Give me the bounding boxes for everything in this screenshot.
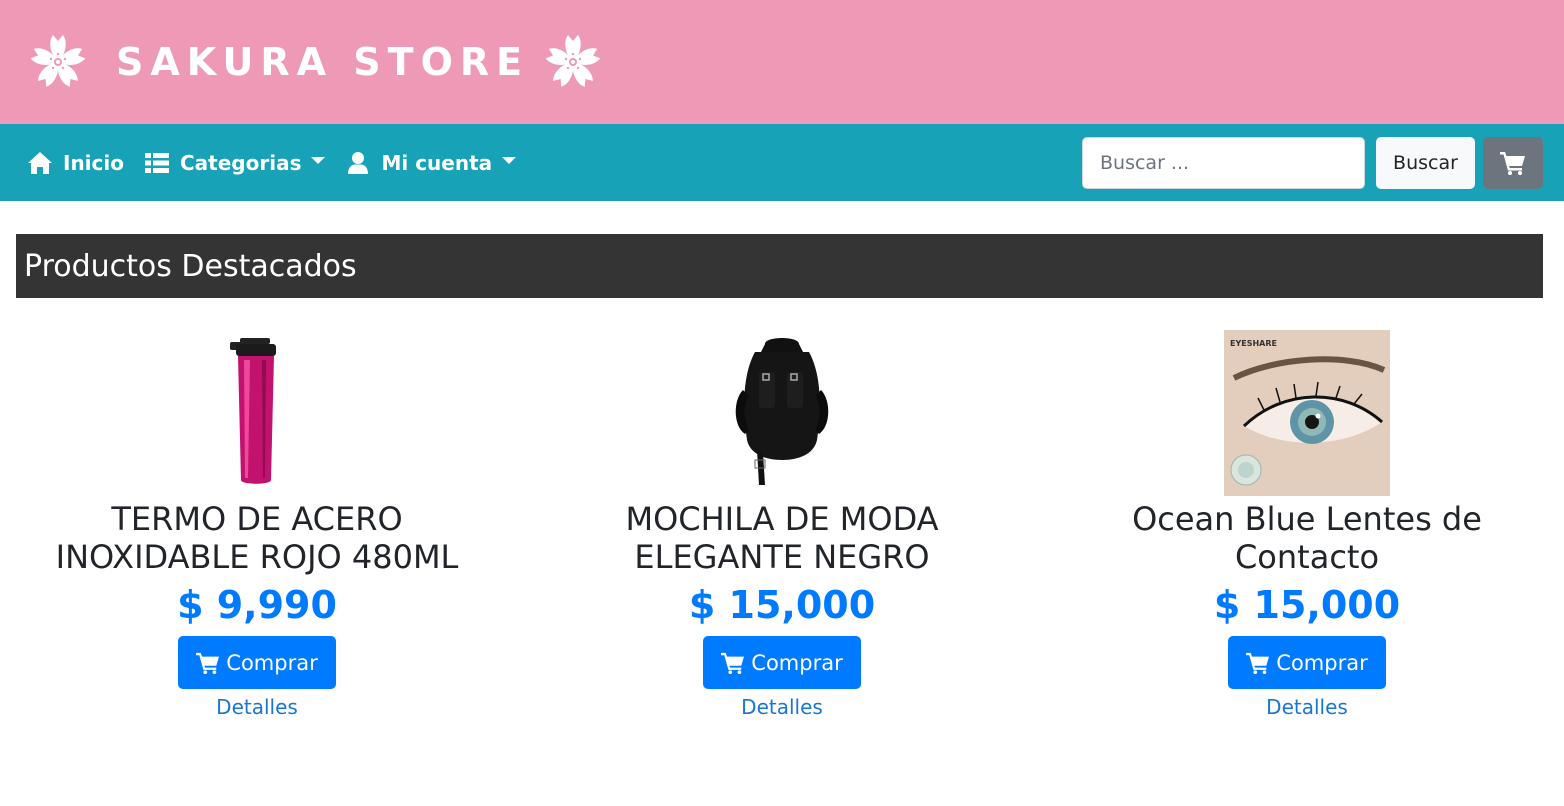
search-form: Buscar — [1082, 136, 1543, 189]
site-banner: SAKURA STORE — [0, 0, 1564, 124]
nav-categories-label: Categorias — [180, 150, 302, 175]
buy-button[interactable]: Comprar — [1228, 636, 1386, 689]
details-link[interactable]: Detalles — [1266, 695, 1348, 719]
sakura-flower-icon — [543, 32, 603, 92]
product-price: $ 9,990 — [177, 583, 337, 627]
buy-button[interactable]: Comprar — [178, 636, 336, 689]
product-price: $ 15,000 — [688, 583, 876, 627]
shopping-cart-icon — [196, 652, 220, 674]
product-card: MOCHILA DE MODA ELEGANTE NEGRO $ 15,000 … — [527, 330, 1037, 719]
section-title: Productos Destacados — [16, 234, 1543, 298]
buy-button-label: Comprar — [226, 650, 318, 675]
product-image-lenses[interactable]: EYESHARE — [1224, 330, 1390, 496]
buy-button-label: Comprar — [751, 650, 843, 675]
nav-categories-dropdown[interactable]: Categorias — [144, 150, 326, 175]
main-navbar: Inicio Categorias Mi cuenta Buscar — [0, 124, 1564, 201]
product-card: TERMO DE ACERO INOXIDABLE ROJO 480ML $ 9… — [2, 330, 512, 719]
product-image-backpack[interactable] — [699, 330, 865, 496]
product-grid: TERMO DE ACERO INOXIDABLE ROJO 480ML $ 9… — [0, 330, 1564, 719]
details-link[interactable]: Detalles — [216, 695, 298, 719]
product-card: EYESHARE Ocean Blue Lentes de Contacto $… — [1052, 330, 1562, 719]
shopping-cart-icon — [721, 652, 745, 674]
product-name[interactable]: Ocean Blue Lentes de Contacto — [1052, 500, 1562, 576]
details-link[interactable]: Detalles — [741, 695, 823, 719]
cart-button[interactable] — [1483, 136, 1543, 189]
nav-account-dropdown[interactable]: Mi cuenta — [345, 150, 517, 175]
sakura-flower-icon — [28, 32, 88, 92]
product-name[interactable]: TERMO DE ACERO INOXIDABLE ROJO 480ML — [2, 500, 512, 576]
nav-account-label: Mi cuenta — [381, 150, 493, 175]
shopping-cart-icon — [1246, 652, 1270, 674]
chevron-down-icon — [502, 157, 517, 164]
search-input[interactable] — [1082, 136, 1365, 189]
buy-button-label: Comprar — [1276, 650, 1368, 675]
shopping-cart-icon — [1500, 151, 1526, 175]
nav-home[interactable]: Inicio — [27, 151, 124, 175]
buy-button[interactable]: Comprar — [703, 636, 861, 689]
home-icon — [28, 151, 52, 174]
brand-title[interactable]: SAKURA STORE — [116, 40, 529, 84]
nav-home-label: Inicio — [63, 150, 124, 175]
nav-links: Inicio Categorias Mi cuenta — [27, 124, 536, 201]
product-image-thermos[interactable] — [174, 330, 340, 496]
product-price: $ 15,000 — [1213, 583, 1401, 627]
lens-brand-text: EYESHARE — [1230, 339, 1277, 348]
search-button[interactable]: Buscar — [1376, 136, 1475, 189]
user-icon — [348, 151, 369, 174]
chevron-down-icon — [311, 157, 326, 164]
product-name[interactable]: MOCHILA DE MODA ELEGANTE NEGRO — [527, 500, 1037, 576]
th-list-icon — [145, 152, 169, 173]
